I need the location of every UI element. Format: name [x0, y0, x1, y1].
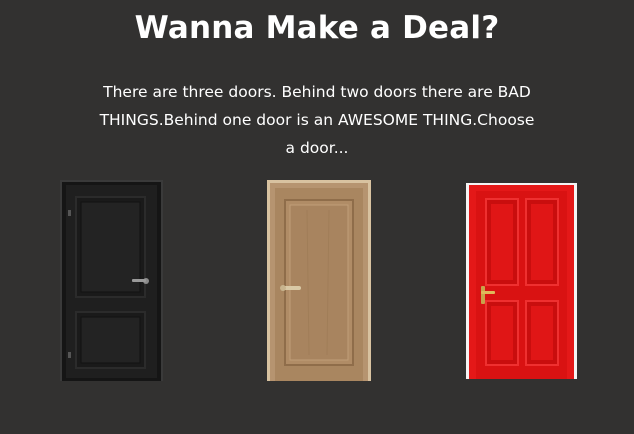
door-3-red[interactable] — [466, 183, 577, 379]
red-door-icon — [466, 183, 577, 379]
black-door-icon — [60, 180, 163, 381]
door-1-black[interactable] — [60, 180, 163, 381]
instructions-text: There are three doors. Behind two doors … — [99, 83, 535, 157]
door-2-wooden[interactable] — [267, 180, 371, 381]
wooden-door-icon — [267, 180, 371, 381]
page-title: Wanna Make a Deal? — [134, 10, 500, 46]
